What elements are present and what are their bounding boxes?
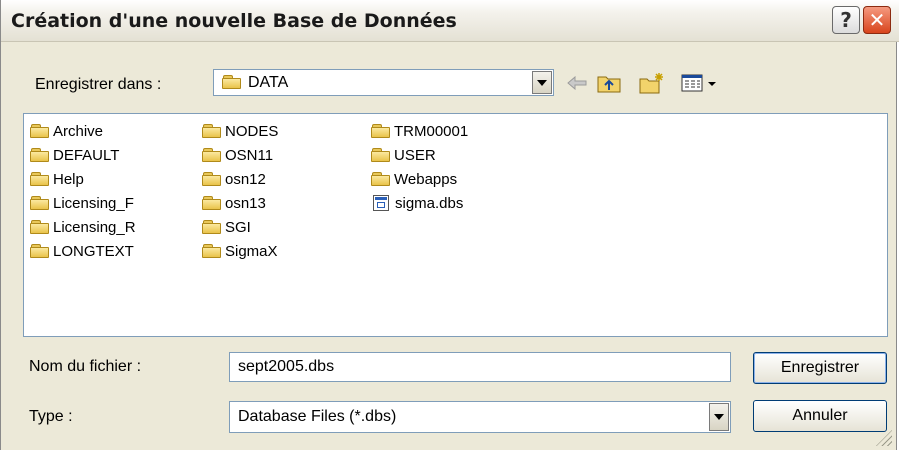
save-button[interactable]: Enregistrer	[753, 352, 887, 384]
folder-item-longtext[interactable]: LONGTEXT	[30, 240, 134, 262]
folder-icon	[202, 124, 222, 138]
folder-item-archive[interactable]: Archive	[30, 120, 103, 142]
filename-label: Nom du fichier :	[29, 358, 142, 375]
folder-icon	[202, 172, 222, 186]
file-item-sigma-dbs[interactable]: sigma.dbs	[373, 192, 463, 214]
filetype-dropdown[interactable]: Database Files (*.dbs)	[229, 401, 731, 433]
folder-item-osn12[interactable]: osn12	[202, 168, 266, 190]
folder-icon	[30, 148, 50, 162]
new-folder-icon[interactable]	[637, 70, 667, 96]
folder-icon	[30, 172, 50, 186]
folder-icon	[202, 220, 222, 234]
help-button[interactable]: ?	[832, 6, 860, 34]
folder-item-user[interactable]: USER	[371, 144, 436, 166]
folder-icon	[30, 220, 50, 234]
folder-item-default[interactable]: DEFAULT	[30, 144, 119, 166]
folder-item-osn11[interactable]: OSN11	[202, 144, 273, 166]
folder-icon	[202, 148, 222, 162]
folder-icon	[371, 124, 391, 138]
save-in-dropdown[interactable]: DATA	[213, 69, 554, 96]
folder-item-sgi[interactable]: SGI	[202, 216, 251, 238]
folder-icon	[30, 244, 50, 258]
chevron-down-icon[interactable]	[532, 71, 552, 94]
filetype-value: Database Files (*.dbs)	[238, 408, 397, 425]
view-menu-icon[interactable]	[678, 70, 724, 96]
folder-icon	[202, 244, 222, 258]
save-in-value: DATA	[248, 74, 289, 91]
folder-icon	[202, 196, 222, 210]
filetype-label: Type :	[29, 408, 73, 425]
folder-icon	[30, 124, 50, 138]
file-list[interactable]: Archive DEFAULT Help Licensing_F Licensi…	[23, 113, 888, 337]
save-dialog: Création d'une nouvelle Base de Données …	[0, 0, 899, 450]
chevron-down-icon[interactable]	[709, 403, 729, 431]
folder-item-licensing-f[interactable]: Licensing_F	[30, 192, 134, 214]
dialog-title: Création d'une nouvelle Base de Données	[11, 10, 457, 32]
folder-icon	[371, 148, 391, 162]
folder-icon	[30, 196, 50, 210]
folder-item-sigmax[interactable]: SigmaX	[202, 240, 278, 262]
folder-item-webapps[interactable]: Webapps	[371, 168, 457, 190]
open-folder-icon	[222, 75, 242, 89]
save-in-label: Enregistrer dans :	[35, 76, 162, 93]
database-file-icon	[373, 195, 389, 211]
folder-icon	[371, 172, 391, 186]
resize-grip[interactable]	[876, 430, 892, 446]
folder-item-help[interactable]: Help	[30, 168, 84, 190]
cancel-button[interactable]: Annuler	[753, 400, 887, 432]
folder-item-trm00001[interactable]: TRM00001	[371, 120, 468, 142]
back-arrow-icon[interactable]	[564, 70, 590, 96]
folder-item-licensing-r[interactable]: Licensing_R	[30, 216, 136, 238]
folder-item-nodes[interactable]: NODES	[202, 120, 278, 142]
up-folder-icon[interactable]	[594, 70, 624, 96]
filename-input[interactable]: sept2005.dbs	[229, 352, 731, 382]
close-button[interactable]: ✕	[863, 6, 891, 34]
folder-item-osn13[interactable]: osn13	[202, 192, 266, 214]
title-bar[interactable]: Création d'une nouvelle Base de Données …	[1, 0, 899, 42]
